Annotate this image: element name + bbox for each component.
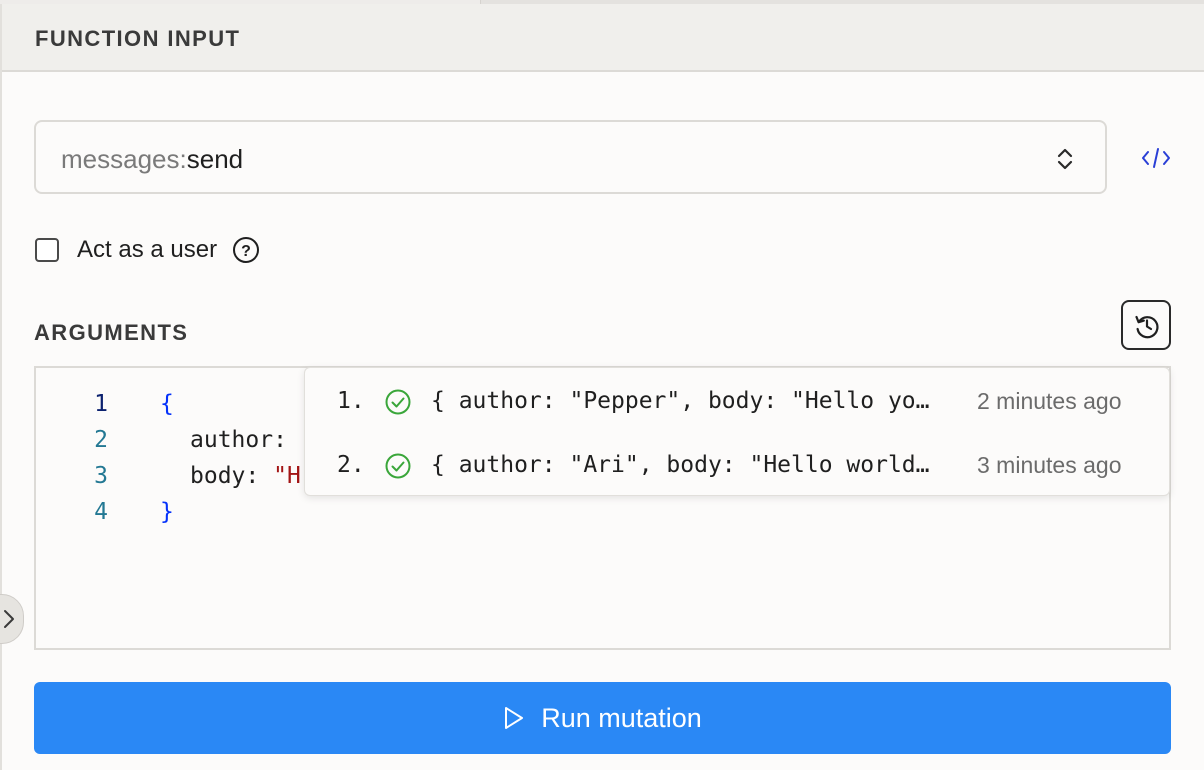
function-input-header: FUNCTION INPUT — [2, 4, 1204, 72]
history-index: 2. — [337, 452, 365, 478]
history-item[interactable]: 1. { author: "Pepper", body: "Hello yo… … — [305, 370, 1169, 430]
question-circle-icon[interactable]: ? — [232, 236, 260, 264]
sidebar-collapse-toggle[interactable] — [0, 594, 24, 644]
code-key: author: — [190, 427, 301, 453]
line-number: 1 — [94, 391, 108, 417]
history-index: 1. — [337, 388, 365, 414]
run-mutation-content: Run mutation — [34, 682, 1171, 754]
history-time: 2 minutes ago — [977, 388, 1122, 414]
history-button[interactable] — [1121, 300, 1171, 350]
header-title: FUNCTION INPUT — [35, 26, 241, 51]
history-icon — [1135, 315, 1159, 339]
function-select[interactable]: messages:send — [34, 120, 1107, 194]
history-args: { author: "Ari", body: "Hello world… — [431, 452, 930, 478]
function-select-value: messages:send — [61, 144, 243, 175]
act-as-user-label: Act as a user — [77, 236, 218, 263]
code-line: 4 } — [36, 494, 1169, 530]
run-mutation-label: Run mutation — [541, 702, 702, 733]
play-icon — [505, 707, 524, 729]
run-mutation-button[interactable]: Run mutation — [34, 682, 1171, 754]
history-dropdown: 1. { author: "Pepper", body: "Hello yo… … — [304, 367, 1170, 496]
act-as-user-checkbox[interactable] — [35, 238, 59, 262]
code-text: { — [160, 391, 174, 417]
history-args: { author: "Pepper", body: "Hello yo… — [431, 388, 930, 414]
code-icon[interactable] — [1140, 144, 1172, 172]
history-time: 3 minutes ago — [977, 452, 1122, 478]
code-key-text: body: — [190, 463, 274, 489]
code-key: body: "H — [190, 458, 301, 494]
line-number: 3 — [94, 463, 108, 489]
svg-text:?: ? — [241, 243, 251, 260]
line-number: 2 — [94, 427, 108, 453]
panel-left-border — [0, 4, 2, 770]
history-item[interactable]: 2. { author: "Ari", body: "Hello world… … — [305, 434, 1169, 494]
code-text: } — [160, 499, 174, 525]
chevron-right-icon — [4, 610, 14, 628]
chevron-up-down-icon — [1057, 148, 1073, 170]
function-module: messages: — [61, 144, 187, 174]
check-circle-icon — [385, 389, 411, 415]
code-string: "H — [273, 463, 301, 489]
arguments-title: ARGUMENTS — [34, 320, 189, 345]
check-circle-icon — [385, 453, 411, 479]
line-number: 4 — [94, 499, 108, 525]
function-name: send — [186, 144, 244, 174]
